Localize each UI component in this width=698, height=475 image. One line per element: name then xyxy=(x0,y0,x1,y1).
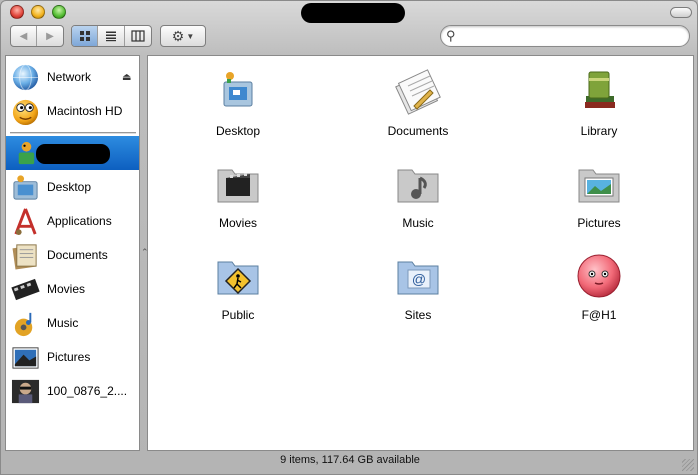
photo-thumbnail-icon xyxy=(11,379,40,404)
file-item-label: Pictures xyxy=(577,216,621,230)
sidebar-item-label: Documents xyxy=(47,248,108,262)
sidebar-item-label: Desktop xyxy=(47,180,92,194)
movies-folder-icon xyxy=(11,278,40,301)
redacted-username xyxy=(36,144,110,164)
arrow-left-icon: ◀ xyxy=(19,30,28,42)
action-segment: ⚙ ▼ xyxy=(161,26,205,46)
sidebar-item-label: Applications xyxy=(47,214,112,228)
documents-icon xyxy=(395,69,441,115)
redacted-title xyxy=(301,3,405,23)
back-forward-control: ◀ ▶ xyxy=(10,25,64,47)
list-view-icon xyxy=(106,31,117,42)
sidebar: Network ⏏ Macintosh HD Desktop Applicati… xyxy=(5,55,140,451)
file-item-music[interactable]: Music xyxy=(358,160,478,230)
sites-folder-icon: @ xyxy=(397,261,439,295)
music-folder-icon xyxy=(397,169,439,203)
network-globe-icon xyxy=(12,64,39,91)
sidebar-item-home[interactable] xyxy=(6,136,139,170)
sidebar-splitter[interactable]: ⌃ xyxy=(140,55,149,451)
zoom-button[interactable] xyxy=(52,5,66,19)
file-item-label: F@H1 xyxy=(581,308,617,322)
file-item-label: Movies xyxy=(218,216,257,230)
forward-button[interactable]: ▶ xyxy=(37,26,63,46)
file-browser: Desktop Documents Library Movies Music P… xyxy=(147,55,694,451)
title-bar[interactable] xyxy=(1,1,697,23)
file-item-pictures[interactable]: Pictures xyxy=(539,160,659,230)
file-item-sites[interactable]: @ Sites xyxy=(358,252,478,322)
documents-folder-icon xyxy=(12,244,37,270)
sidebar-item-label: 100_0876_2.... xyxy=(47,384,128,398)
desktop-folder-icon xyxy=(223,72,253,107)
column-view-icon xyxy=(131,30,145,42)
file-item-label: Music xyxy=(402,216,434,230)
sidebar-item-label: Network xyxy=(47,70,92,84)
search-icon: ⚲ xyxy=(446,28,456,43)
sidebar-item-label: Pictures xyxy=(47,350,91,364)
sidebar-item-macintosh-hd[interactable]: Macintosh HD xyxy=(6,94,139,128)
file-item-label: Library xyxy=(580,124,618,138)
pictures-folder-icon xyxy=(12,347,39,369)
file-item-movies[interactable]: Movies xyxy=(178,160,298,230)
pictures-folder-icon xyxy=(578,169,620,203)
action-menu-button[interactable]: ⚙ ▼ xyxy=(160,25,206,47)
column-view-button[interactable] xyxy=(125,26,151,46)
minimize-button[interactable] xyxy=(31,5,45,19)
file-item-desktop[interactable]: Desktop xyxy=(178,68,298,138)
sidebar-item-label: Macintosh HD xyxy=(47,104,123,118)
fah-ball-icon xyxy=(577,254,621,298)
file-item-documents[interactable]: Documents xyxy=(358,68,478,138)
icon-view-icon xyxy=(79,31,90,41)
sidebar-item-pictures[interactable]: Pictures xyxy=(6,340,139,374)
toolbar-toggle-button[interactable] xyxy=(670,7,692,18)
finder-window: ◀ ▶ ⚙ ▼ ⚲ Network ⏏ Macintosh HD Desktop… xyxy=(0,0,698,475)
sidebar-item-movies[interactable]: Movies xyxy=(6,272,139,306)
music-folder-icon xyxy=(14,312,33,337)
arrow-right-icon: ▶ xyxy=(46,30,54,42)
sidebar-item-label: Music xyxy=(47,316,79,330)
list-view-button[interactable] xyxy=(98,26,125,46)
sidebar-item-network[interactable]: Network ⏏ xyxy=(6,60,139,94)
sidebar-item-label: Movies xyxy=(47,282,86,296)
public-folder-icon xyxy=(217,261,259,295)
sidebar-item-applications[interactable]: Applications xyxy=(6,204,139,238)
hard-drive-icon xyxy=(12,99,39,126)
sidebar-divider xyxy=(10,132,136,134)
applications-folder-icon xyxy=(14,208,37,236)
sidebar-item-music[interactable]: Music xyxy=(6,306,139,340)
desktop-folder-icon xyxy=(13,175,38,200)
view-switcher xyxy=(71,25,152,47)
file-item-fah1[interactable]: F@H1 xyxy=(539,252,659,322)
file-item-library[interactable]: Library xyxy=(539,68,659,138)
file-item-public[interactable]: Public xyxy=(178,252,298,322)
search-input[interactable] xyxy=(463,29,683,43)
back-button[interactable]: ◀ xyxy=(11,26,38,46)
library-books-icon xyxy=(585,71,615,108)
gear-icon: ⚙ xyxy=(171,27,185,44)
resize-grip-icon[interactable] xyxy=(682,459,694,471)
icon-view-button[interactable] xyxy=(72,26,99,46)
search-field[interactable]: ⚲ xyxy=(440,25,690,47)
eject-icon[interactable]: ⏏ xyxy=(122,72,131,83)
movies-folder-icon xyxy=(217,169,259,203)
svg-text:@: @ xyxy=(412,271,426,287)
close-button[interactable] xyxy=(10,5,24,19)
file-item-label: Sites xyxy=(404,308,432,322)
sidebar-item-photo-file[interactable]: 100_0876_2.... xyxy=(6,374,139,408)
file-item-label: Public xyxy=(221,308,255,322)
file-item-label: Documents xyxy=(387,124,449,138)
chevron-down-icon: ▼ xyxy=(186,31,195,41)
sidebar-item-desktop[interactable]: Desktop xyxy=(6,170,139,204)
file-item-label: Desktop xyxy=(215,124,261,138)
sidebar-item-documents[interactable]: Documents xyxy=(6,238,139,272)
status-bar: 9 items, 117.64 GB available xyxy=(280,454,420,466)
